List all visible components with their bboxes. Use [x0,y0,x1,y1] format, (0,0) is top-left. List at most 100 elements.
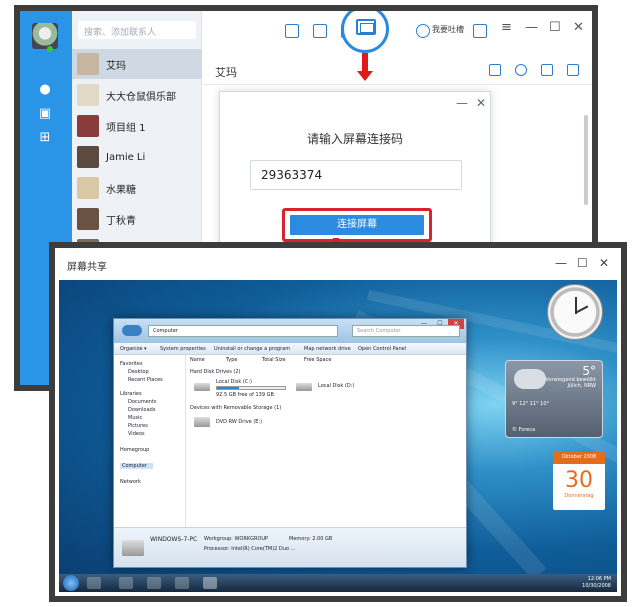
add-member-icon[interactable] [489,64,501,76]
hard-drive-icon [194,383,210,391]
nav-documents[interactable]: Documents [128,399,157,405]
back-forward-buttons[interactable] [122,325,142,336]
drive-d-label[interactable]: Local Disk (D:) [318,383,354,389]
col-header-total-size[interactable]: Total Size [262,357,286,363]
contact-name: 项目组 1 [106,122,146,134]
connect-screen-button[interactable]: 连接屏幕 [290,215,424,235]
skin-shirt-icon[interactable] [473,24,487,38]
screen-code-input[interactable]: 29363374 [250,160,462,190]
taskbar-explorer-icon[interactable] [87,577,101,589]
contact-name: 大大仓鼠俱乐部 [106,91,176,103]
address-bar[interactable]: Computer [148,325,338,337]
chat-scrollbar[interactable] [584,115,588,205]
map-network-drive-command[interactable]: Map network drive [304,346,351,352]
group-hard-disk-drives[interactable]: Hard Disk Drives (2) [190,369,241,375]
contact-name: Jamie Li [106,151,146,163]
contact-avatar [77,208,99,230]
nav-videos[interactable]: Videos [128,431,145,437]
dialog-prompt: 请输入屏幕连接码 [306,132,403,146]
contact-item[interactable]: 丁秋青 [72,204,202,234]
video-call-icon[interactable] [541,64,553,76]
contact-avatar [77,146,99,168]
col-header-name[interactable]: Name [190,357,205,363]
remote-desktop[interactable]: 5° Vorwiegend bewölkt Jülich, NRW 9° 12°… [59,280,617,592]
nav-music[interactable]: Music [128,415,142,421]
contact-avatar [77,53,99,75]
taskbar-date: 10/30/2008 [582,583,611,589]
dialog-close-button[interactable]: ✕ [476,96,486,110]
explorer-search-input[interactable]: Search Computer [352,325,460,337]
search-input[interactable]: 搜索、添加联系人 [78,21,196,39]
nav-libraries[interactable]: Libraries [120,391,142,397]
nav-computer[interactable]: Computer [120,463,153,469]
share-close-button[interactable]: ✕ [599,256,609,270]
taskbar-ie-icon[interactable] [119,577,133,589]
uninstall-program-command[interactable]: Uninstall or change a program [214,346,290,352]
group-removable-storage[interactable]: Devices with Removable Storage (1) [190,405,281,411]
memory-info: Memory: 2.00 GB [289,536,333,542]
voice-call-icon[interactable] [515,64,527,76]
contact-item[interactable]: 水果糖 [72,173,202,203]
details-pane: WINDOWS-7-PC Workgroup: WORKGROUP Memory… [114,527,466,567]
system-properties-command[interactable]: System properties [160,346,206,352]
command-bar: Organize ▾ System properties Uninstall o… [114,343,466,355]
contacts-icon[interactable]: ▣ [37,107,53,121]
explorer-window[interactable]: — ☐ ✕ Computer Search Computer Organize … [113,318,467,568]
maximize-button[interactable]: ☐ [549,20,561,35]
remote-screen-icon[interactable] [567,64,579,76]
col-header-type[interactable]: Type [226,357,237,363]
menu-icon[interactable]: ≡ [501,20,512,35]
drive-c-label[interactable]: Local Disk (C:) [216,379,252,385]
hard-drive-icon [296,383,312,391]
contact-item[interactable]: 艾玛 [72,49,202,79]
feedback-icon[interactable] [416,24,430,38]
taskbar-messenger-icon[interactable] [147,577,161,589]
dvd-drive-label[interactable]: DVD RW Drive (E:) [216,419,262,425]
calendar-gadget: Oktober 2008 30 Donnerstag [553,452,605,510]
presentation-icon[interactable] [313,24,327,38]
nav-downloads[interactable]: Downloads [128,407,155,413]
taskbar-clock[interactable]: 12:06 PM 10/30/2008 [582,576,611,590]
close-button[interactable]: ✕ [573,20,584,35]
contact-item[interactable]: Jamie Li [72,142,202,172]
chat-bubble-icon[interactable]: ● [37,83,53,97]
user-avatar[interactable] [32,23,58,49]
clock-gadget [547,284,603,340]
nav-network[interactable]: Network [120,479,141,485]
share-minimize-button[interactable]: — [555,256,567,270]
contact-item[interactable]: 大大仓鼠俱乐部 [72,80,202,110]
nav-desktop[interactable]: Desktop [128,369,149,375]
monitor-icon[interactable] [285,24,299,38]
drive-c-usage-fill [217,387,240,389]
taskbar-media-icon[interactable] [175,577,189,589]
feedback-label[interactable]: 我要吐槽 [432,24,464,35]
share-maximize-button[interactable]: ☐ [577,256,588,270]
weather-desc: Vorwiegend bewölkt Jülich, NRW [536,377,596,389]
screen-share-icon [356,19,376,35]
screen-share-button[interactable] [341,11,389,53]
open-control-panel-command[interactable]: Open Control Panel [358,346,406,352]
taskbar-computer-icon[interactable] [203,577,217,589]
weather-forecast: 9° 12° 11° 10° [512,401,550,407]
dialog-minimize-button[interactable]: — [456,96,468,110]
nav-favorites[interactable]: Favorites [120,361,143,367]
start-button[interactable] [63,575,79,591]
share-header: 屏幕共享 — ☐ ✕ [55,248,621,280]
contact-item[interactable]: 项目组 1 [72,111,202,141]
apps-grid-icon[interactable]: ⊞ [37,131,53,145]
minimize-button[interactable]: — [525,20,538,35]
nav-homegroup[interactable]: Homegroup [120,447,149,453]
col-header-free-space[interactable]: Free Space [304,357,331,363]
nav-recent-places[interactable]: Recent Places [128,377,163,383]
share-title: 屏幕共享 [67,262,107,273]
nav-pictures[interactable]: Pictures [128,423,148,429]
drive-c-usage-bar [216,386,286,390]
weather-city: Jülich, NRW [567,383,596,389]
calendar-month: Oktober 2008 [561,454,597,460]
screen-share-window: 屏幕共享 — ☐ ✕ 5° Vorwiegend bewölkt Jülich,… [49,242,627,602]
taskbar-time: 12:06 PM [587,576,611,582]
organize-menu[interactable]: Organize ▾ [120,346,147,352]
weather-source: © Foreca [512,427,536,433]
processor-info: Processor: Intel(R) Core(TM)2 Duo ... [204,546,296,552]
contact-avatar [77,177,99,199]
